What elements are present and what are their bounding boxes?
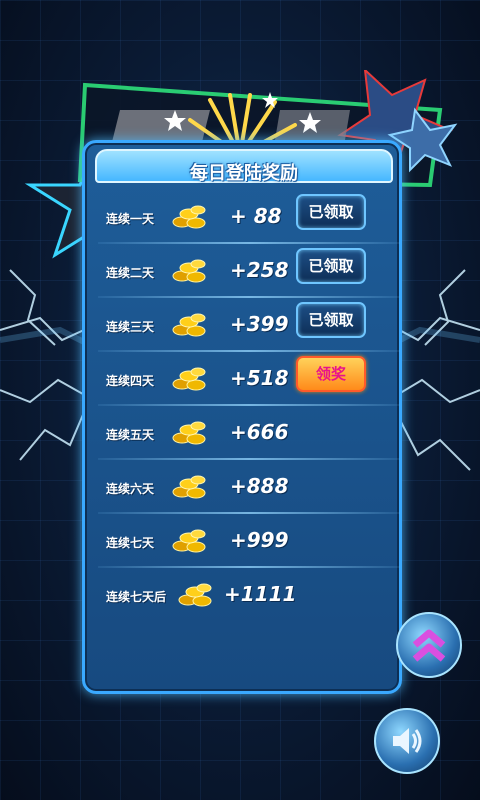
gold-coin-stack-icon (178, 583, 212, 607)
gold-coin-stack-icon (172, 259, 206, 283)
gold-coin-stack-icon (172, 475, 206, 499)
day-label: 连续五天 (106, 428, 155, 442)
claimed-button[interactable]: 已领取 (296, 194, 366, 230)
day-label: 连续三天 (106, 320, 155, 334)
day-label: 连续七天后 (106, 590, 167, 604)
reward-amount: +666 (230, 420, 289, 444)
upgrade-button[interactable] (396, 612, 462, 678)
day-label: 连续七天 (106, 536, 155, 550)
claimed-button[interactable]: 已领取 (296, 302, 366, 338)
row-divider (98, 242, 400, 244)
day-label: 连续四天 (106, 374, 155, 388)
reward-row-day-3: 连续三天 +399 已领取 (98, 300, 400, 352)
gold-coin-stack-icon (172, 367, 206, 391)
speaker-icon (393, 728, 422, 754)
day-label: 连续六天 (106, 482, 155, 496)
gold-coin-stack-icon (172, 313, 206, 337)
reward-row-day-1: 连续一天 + 88 已领取 (98, 192, 400, 244)
gold-coin-stack-icon (172, 529, 206, 553)
day-label: 连续一天 (106, 212, 155, 226)
sound-toggle-button[interactable] (374, 708, 440, 774)
reward-amount: +888 (230, 474, 289, 498)
reward-row-day-7: 连续七天 +999 (98, 516, 400, 568)
reward-row-day-4: 连续四天 +518 领奖 (98, 354, 400, 406)
claim-reward-button[interactable]: 领奖 (296, 356, 366, 392)
row-divider (98, 350, 400, 352)
row-divider (98, 404, 400, 406)
gold-coin-stack-icon (172, 421, 206, 445)
double-chevron-up-icon (412, 629, 446, 662)
reward-row-day-6: 连续六天 +888 (98, 462, 400, 514)
panel-title-bar: 每日登陆奖励 (95, 149, 393, 184)
gold-coin-stack-icon (172, 205, 206, 229)
reward-row-day-2: 连续二天 +258 已领取 (98, 246, 400, 298)
reward-row-after-day-7: 连续七天后 +1111 (100, 570, 400, 622)
row-divider (98, 296, 400, 298)
row-divider (98, 458, 400, 460)
row-divider (98, 566, 400, 568)
row-divider (98, 512, 400, 514)
reward-amount: +999 (230, 528, 289, 552)
reward-amount: +1111 (224, 582, 297, 606)
panel-title: 每日登陆奖励 (190, 163, 298, 184)
claimed-button[interactable]: 已领取 (296, 248, 366, 284)
reward-row-day-5: 连续五天 +666 (98, 408, 400, 460)
day-label: 连续二天 (106, 266, 155, 280)
